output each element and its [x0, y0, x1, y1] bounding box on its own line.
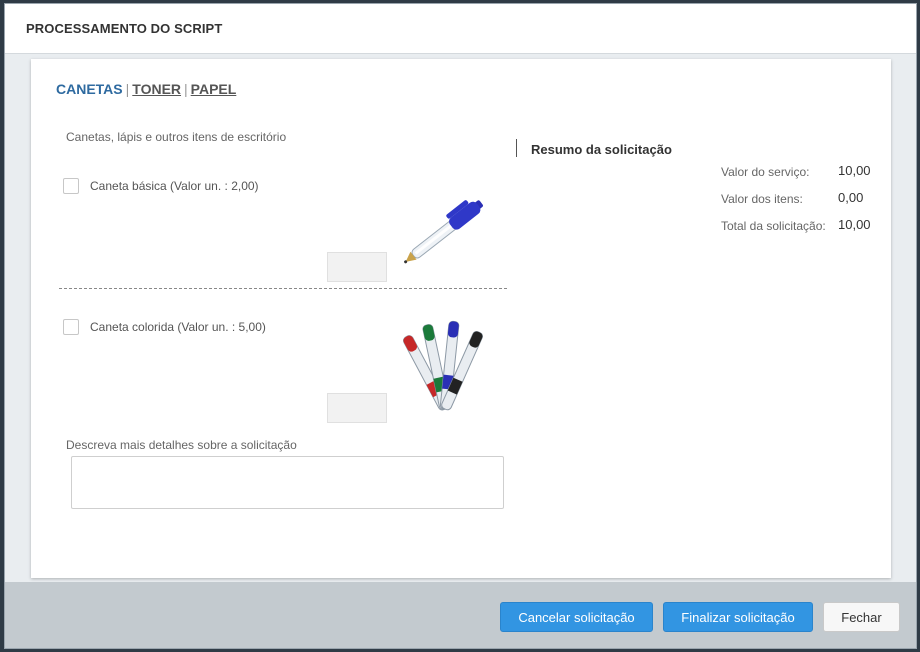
- colored-pen-quantity-input[interactable]: [327, 393, 387, 423]
- service-value: 10,00: [838, 163, 871, 178]
- total-value-label: Total da solicitação:: [721, 219, 826, 233]
- form-panel: CANETAS | TONER | PAPEL Canetas, lápis e out…: [31, 59, 891, 578]
- close-button[interactable]: Fechar: [823, 602, 900, 632]
- tab-separator: |: [125, 81, 130, 97]
- details-label: Descreva mais detalhes sobre a solicitaç…: [66, 438, 297, 452]
- summary-divider: [516, 139, 517, 157]
- basic-pen-checkbox[interactable]: [63, 178, 79, 194]
- ballpoint-pen-icon: [404, 200, 483, 264]
- service-value-label: Valor do serviço:: [721, 165, 810, 179]
- tab-papel[interactable]: PAPEL: [191, 81, 237, 97]
- total-value: 10,00: [838, 217, 871, 232]
- dialog-title: PROCESSAMENTO DO SCRIPT: [26, 21, 223, 36]
- tab-canetas[interactable]: CANETAS: [56, 81, 123, 97]
- colored-pen-label: Caneta colorida (Valor un. : 5,00): [90, 320, 266, 334]
- summary-title: Resumo da solicitação: [531, 142, 672, 157]
- finish-request-button[interactable]: Finalizar solicitação: [663, 602, 813, 632]
- details-textarea[interactable]: [71, 456, 504, 509]
- category-tabs: CANETAS | TONER | PAPEL: [56, 81, 236, 97]
- tab-separator: |: [184, 81, 188, 97]
- dialog-body: CANETAS | TONER | PAPEL Canetas, lápis e out…: [5, 54, 916, 582]
- items-value: 0,00: [838, 190, 864, 205]
- colored-pens-icon: [402, 320, 483, 411]
- basic-pen-quantity-input[interactable]: [327, 252, 387, 282]
- script-processing-dialog: PROCESSAMENTO DO SCRIPT CANETAS | TONER | PA…: [4, 3, 917, 649]
- cancel-request-button[interactable]: Cancelar solicitação: [500, 602, 653, 632]
- tab-toner[interactable]: TONER: [132, 81, 181, 97]
- section-label: Canetas, lápis e outros itens de escritó…: [66, 130, 287, 144]
- dialog-footer: Cancelar solicitação Finalizar solicitaç…: [5, 582, 916, 648]
- dialog-header: PROCESSAMENTO DO SCRIPT: [5, 4, 916, 54]
- item-divider: [59, 288, 507, 289]
- basic-pen-label: Caneta básica (Valor un. : 2,00): [90, 179, 259, 193]
- items-value-label: Valor dos itens:: [721, 192, 803, 206]
- colored-pen-checkbox[interactable]: [63, 319, 79, 335]
